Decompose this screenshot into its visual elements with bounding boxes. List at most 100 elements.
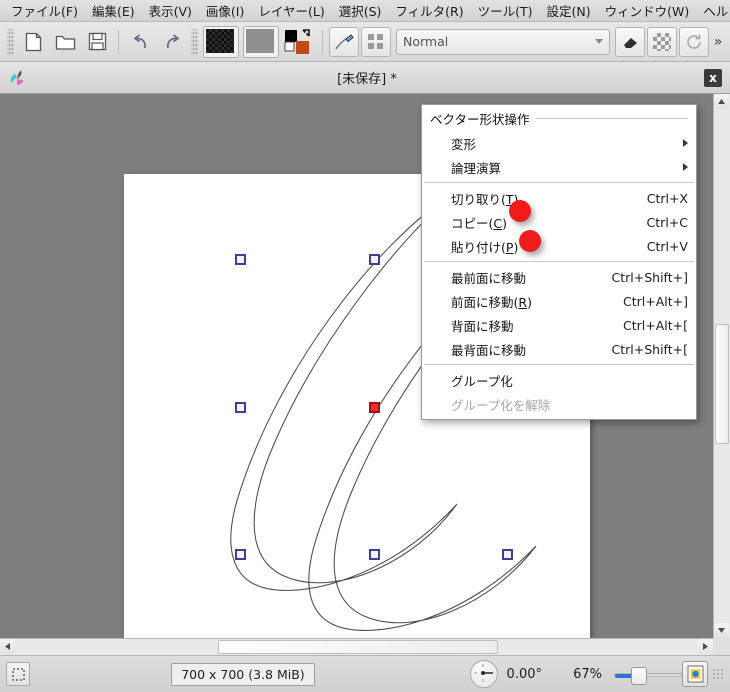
chevron-right-icon xyxy=(703,643,708,650)
ctx-transform-label: 変形 xyxy=(451,136,477,152)
handle-middle-left[interactable] xyxy=(235,402,246,413)
menu-edit[interactable]: 編集(E) xyxy=(85,0,142,22)
header-rule xyxy=(535,118,688,119)
handle-bottom-left[interactable] xyxy=(235,549,246,560)
menu-image[interactable]: 画像(I) xyxy=(199,0,251,22)
window-resize-grip[interactable] xyxy=(712,668,724,680)
horizontal-scroll-thumb[interactable] xyxy=(218,640,498,654)
vertical-scroll-thumb[interactable] xyxy=(715,324,729,444)
reset-button[interactable] xyxy=(679,26,709,57)
transparency-checker-swatch xyxy=(206,28,234,53)
scroll-down-button[interactable] xyxy=(714,623,729,638)
menu-filter[interactable]: フィルタ(R) xyxy=(388,0,470,22)
redo-button[interactable] xyxy=(157,27,187,57)
ctx-transform[interactable]: 変形 xyxy=(422,131,696,155)
color-swatch-button[interactable] xyxy=(282,27,316,57)
chevron-up-icon xyxy=(718,99,725,104)
toolbar-separator-1 xyxy=(118,29,119,54)
ctx-bring-forward[interactable]: 前面に移動(R) Ctrl+Alt+] xyxy=(422,289,696,313)
eraser-icon xyxy=(624,37,637,48)
toolbar-grip[interactable] xyxy=(7,28,14,55)
ctx-copy[interactable]: コピー(C) Ctrl+C xyxy=(422,210,696,234)
menu-bar: ファイル(F) 編集(E) 表示(V) 画像(I) レイヤー(L) 選択(S) フィルタ(R… xyxy=(0,0,730,22)
ctx-send-backward-accelerator: Ctrl+Alt+[ xyxy=(623,317,688,333)
ctx-send-backward[interactable]: 背面に移動 Ctrl+Alt+[ xyxy=(422,313,696,337)
scrollbar-corner xyxy=(713,638,730,655)
zoom-slider-thumb[interactable] xyxy=(631,667,647,685)
ctx-cut-accelerator: Ctrl+X xyxy=(646,190,688,206)
image-size-label[interactable]: 700 x 700 (3.8 MiB) xyxy=(171,662,315,686)
ctx-cut[interactable]: 切り取り(T) Ctrl+X xyxy=(422,186,696,210)
reset-circle-icon xyxy=(687,34,701,49)
handle-bottom-center[interactable] xyxy=(369,549,380,560)
ctx-boolean-ops[interactable]: 論理演算 xyxy=(422,155,696,179)
ctx-ungroup: グループ化を解除 xyxy=(422,392,696,416)
foreground-background-color-swatch xyxy=(284,28,310,54)
fit-image-icon xyxy=(687,665,703,683)
ctx-group[interactable]: グループ化 xyxy=(422,368,696,392)
scroll-left-button[interactable] xyxy=(0,639,15,654)
redo-arrow-icon xyxy=(166,33,179,48)
scroll-right-button[interactable] xyxy=(698,639,713,654)
handle-top-left[interactable] xyxy=(235,254,246,265)
eraser-button[interactable] xyxy=(615,26,645,57)
fit-image-button[interactable] xyxy=(682,661,708,687)
menu-help[interactable]: ヘルプ(H) xyxy=(696,0,730,22)
ctx-send-to-back[interactable]: 最背面に移動 Ctrl+Shift+[ xyxy=(422,337,696,361)
document-title: [未保存] * xyxy=(337,72,397,87)
horizontal-scrollbar[interactable] xyxy=(0,638,713,655)
ctx-cut-label: 切り取り(T) xyxy=(451,191,519,207)
ctx-send-to-back-accelerator: Ctrl+Shift+[ xyxy=(611,341,688,357)
context-menu-header-label: ベクター形状操作 xyxy=(430,112,530,127)
menu-layer[interactable]: レイヤー(L) xyxy=(251,0,331,22)
context-menu-separator xyxy=(424,261,694,262)
toolbar-grip-2[interactable] xyxy=(191,28,198,55)
application-window: ファイル(F) 編集(E) 表示(V) 画像(I) レイヤー(L) 選択(S) フィルタ(R… xyxy=(0,0,730,692)
rotation-value[interactable]: 0.00° xyxy=(498,667,542,682)
open-file-button[interactable] xyxy=(50,27,80,57)
zoom-slider[interactable] xyxy=(614,663,682,685)
new-document-icon xyxy=(25,32,41,51)
blend-mode-value: Normal xyxy=(403,34,449,49)
undo-arrow-icon xyxy=(133,33,146,48)
menu-window[interactable]: ウィンドウ(W) xyxy=(598,0,697,22)
pattern-button[interactable] xyxy=(361,26,391,57)
new-document-button[interactable] xyxy=(18,27,48,57)
gray-swatch-button[interactable] xyxy=(243,25,279,58)
ctx-bring-to-front[interactable]: 最前面に移動 Ctrl+Shift+] xyxy=(422,265,696,289)
rotation-dial[interactable] xyxy=(470,660,498,688)
pen-tool-icon xyxy=(335,33,354,49)
zoom-value[interactable]: 67% xyxy=(568,667,602,682)
menu-settings[interactable]: 設定(N) xyxy=(540,0,598,22)
checkerboard-button[interactable] xyxy=(647,26,677,57)
menu-tools[interactable]: ツール(T) xyxy=(471,0,540,22)
context-menu-separator xyxy=(424,364,694,365)
pen-tool-button[interactable] xyxy=(329,26,359,57)
blend-mode-select[interactable]: Normal xyxy=(396,28,610,55)
vertical-scrollbar[interactable] xyxy=(713,94,730,638)
chevron-left-icon xyxy=(5,643,10,650)
save-file-button[interactable] xyxy=(82,27,112,57)
selection-marquee-icon xyxy=(11,667,25,681)
transparency-swatch-button[interactable] xyxy=(203,25,239,58)
gray-texture-swatch xyxy=(246,28,274,53)
handle-bottom-right[interactable] xyxy=(502,549,513,560)
scroll-up-button[interactable] xyxy=(714,94,729,109)
handle-top-center[interactable] xyxy=(369,254,380,265)
rotation-dial-icon xyxy=(474,664,493,682)
submenu-arrow-icon xyxy=(683,163,688,171)
chevron-down-icon xyxy=(718,628,725,633)
ctx-send-to-back-label: 最背面に移動 xyxy=(451,342,527,358)
toolbar-overflow-button[interactable]: » xyxy=(710,34,726,50)
undo-button[interactable] xyxy=(125,27,155,57)
document-title-bar: [未保存] * x xyxy=(0,62,730,94)
menu-select[interactable]: 選択(S) xyxy=(332,0,389,22)
menu-view[interactable]: 表示(V) xyxy=(142,0,199,22)
main-toolbar: Normal » xyxy=(0,22,730,62)
handle-center-pivot[interactable] xyxy=(369,402,380,413)
vector-shape-context-menu[interactable]: ベクター形状操作 変形論理演算切り取り(T) Ctrl+X コピー(C) Ctrl+C… xyxy=(421,104,697,420)
close-document-button[interactable]: x xyxy=(704,68,722,87)
menu-file[interactable]: ファイル(F) xyxy=(4,0,85,22)
selection-mode-button[interactable] xyxy=(6,662,30,686)
ctx-paste[interactable]: 貼り付け(P) Ctrl+V xyxy=(422,234,696,258)
